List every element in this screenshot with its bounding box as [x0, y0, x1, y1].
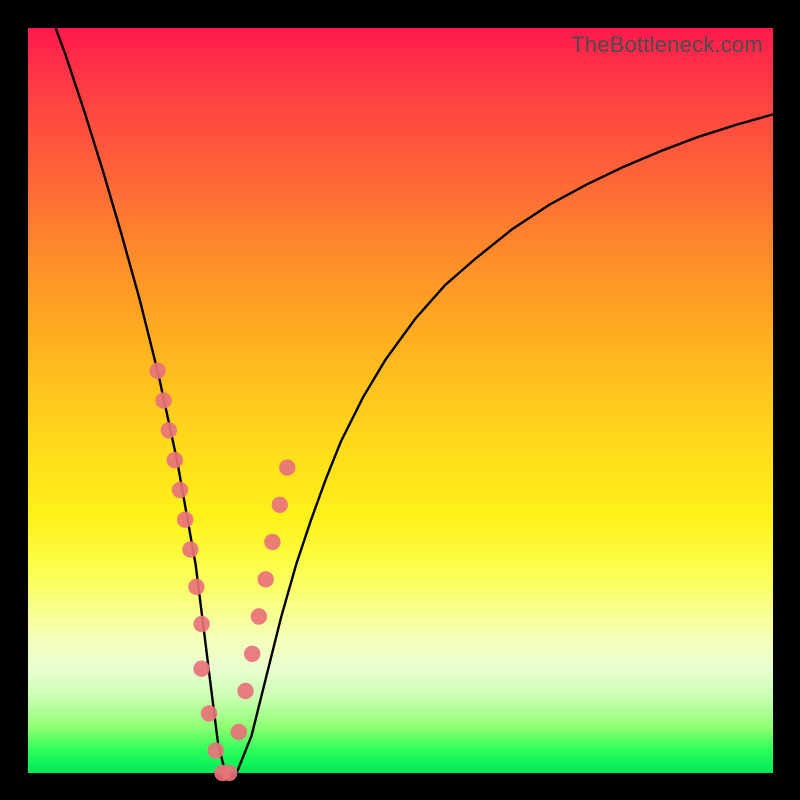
data-point: [182, 541, 198, 557]
data-point: [244, 646, 260, 662]
data-point: [167, 452, 183, 468]
data-point: [221, 765, 237, 781]
data-point: [155, 392, 171, 408]
data-point: [193, 661, 209, 677]
chart-outer-frame: TheBottleneck.com: [0, 0, 800, 800]
data-point: [272, 497, 288, 513]
data-point: [193, 616, 209, 632]
marked-points-group: [149, 363, 295, 782]
data-point: [172, 482, 188, 498]
data-point: [237, 683, 253, 699]
data-point: [208, 742, 224, 758]
data-point: [251, 608, 267, 624]
data-point: [264, 534, 280, 550]
data-point: [279, 459, 295, 475]
data-point: [188, 579, 204, 595]
data-point: [231, 724, 247, 740]
data-point: [161, 422, 177, 438]
data-point: [201, 705, 217, 721]
data-point: [149, 363, 165, 379]
bottleneck-curve-svg: [28, 28, 773, 773]
data-point: [258, 571, 274, 587]
data-point: [177, 512, 193, 528]
plot-area: TheBottleneck.com: [28, 28, 773, 773]
